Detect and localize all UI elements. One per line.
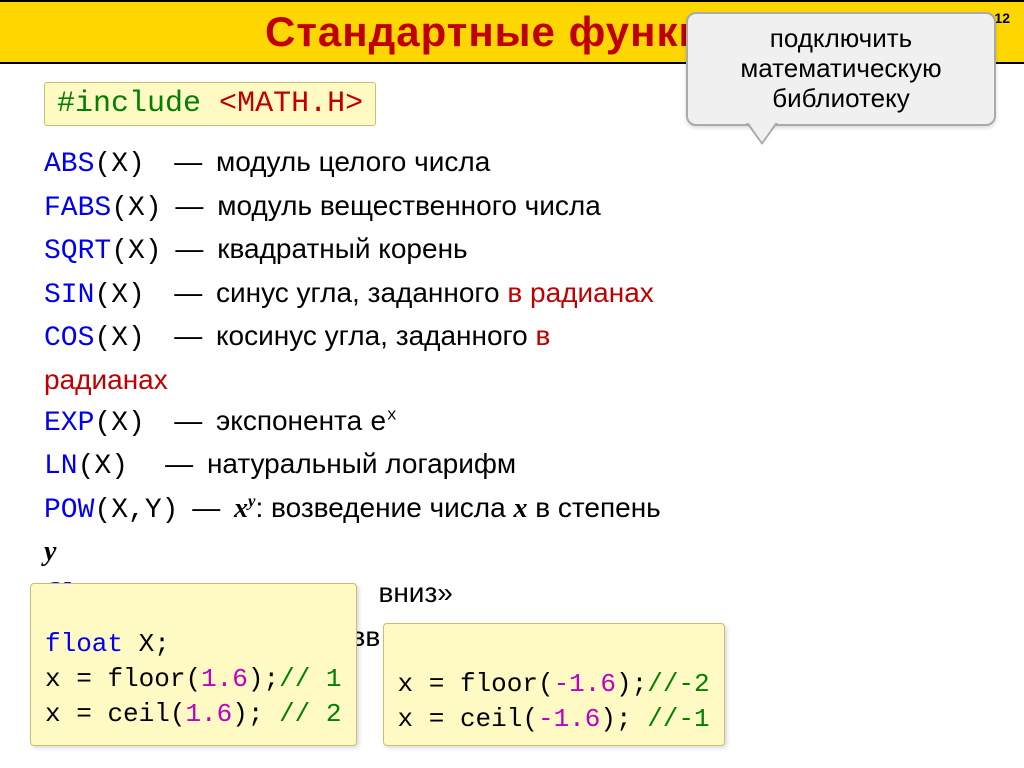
- call: ceil(: [460, 704, 538, 734]
- func-pow: POW(X,Y) — xy: возведение числа x в степ…: [44, 488, 994, 532]
- num: -1.6: [538, 704, 600, 734]
- func-cos-line2: радианах: [44, 360, 994, 401]
- func-desc: модуль целого числа: [216, 146, 490, 177]
- func-name: FABS: [44, 193, 111, 224]
- dash-icon: —: [175, 190, 203, 221]
- exp-base: e: [370, 408, 387, 439]
- func-name: EXP: [44, 408, 94, 439]
- eq: =: [429, 704, 445, 734]
- var-decl: X;: [123, 629, 170, 659]
- content-area: подключить математическую библиотеку #in…: [0, 64, 1024, 660]
- pow-desc-a: : возведение числа: [255, 492, 513, 523]
- num: 1.6: [185, 699, 232, 729]
- page-number: 12: [994, 10, 1010, 26]
- kw-float: float: [45, 629, 123, 659]
- func-name: ABS: [44, 149, 94, 180]
- dash-icon: —: [174, 405, 202, 436]
- func-desc-a: экспонента: [216, 405, 370, 436]
- dash-icon: —: [175, 233, 203, 264]
- func-name: LN: [44, 451, 78, 482]
- comment: // 2: [279, 699, 341, 729]
- func-sqrt: SQRT(X) — квадратный корень: [44, 229, 994, 273]
- code-box-left: float X; x = floor(1.6);// 1 x = ceil(1.…: [30, 583, 357, 746]
- dash-icon: —: [174, 320, 202, 351]
- pow-base: x: [234, 493, 248, 524]
- func-desc-b: в радианах: [507, 277, 653, 308]
- func-fabs: FABS(X) — модуль вещественного числа: [44, 186, 994, 230]
- callout-math-library: подключить математическую библиотеку: [686, 12, 996, 126]
- exp-sup: x: [387, 406, 397, 425]
- func-arg: (X): [94, 323, 144, 354]
- func-exp: EXP(X) — экспонента ex: [44, 401, 994, 445]
- func-desc: натуральный логарифм: [207, 448, 516, 479]
- func-arg: (X): [78, 451, 128, 482]
- func-ln: LN(X) — натуральный логарифм: [44, 444, 994, 488]
- func-cos: COS(X) — косинус угла, заданного в: [44, 316, 994, 360]
- pow-desc-b: в степень: [527, 492, 660, 523]
- func-desc: квадратный корень: [217, 233, 467, 264]
- func-arg: (X,Y): [94, 495, 178, 526]
- func-pow-line2: y: [44, 531, 994, 573]
- func-sin: SIN(X) — синус угла, заданного в радиана…: [44, 273, 994, 317]
- eq: =: [76, 664, 92, 694]
- num: 1.6: [201, 664, 248, 694]
- call: ceil(: [107, 699, 185, 729]
- dash-icon: —: [192, 492, 220, 523]
- dash-icon: —: [174, 277, 202, 308]
- pow-varx: x: [513, 493, 527, 524]
- dash-icon: —: [165, 448, 193, 479]
- func-arg: (X): [94, 280, 144, 311]
- func-name: POW: [44, 495, 94, 526]
- func-name: SIN: [44, 280, 94, 311]
- eq: =: [429, 669, 445, 699]
- lhs: x: [398, 669, 414, 699]
- include-open: <: [219, 87, 237, 121]
- func-desc-a: синус угла, заданного: [216, 277, 507, 308]
- func-arg: (X): [111, 236, 161, 267]
- func-desc: модуль вещественного числа: [217, 190, 601, 221]
- include-keyword: #include: [57, 87, 201, 121]
- lhs: x: [398, 704, 414, 734]
- comment: //-1: [647, 704, 709, 734]
- include-close: >: [345, 87, 363, 121]
- include-header: MATH.H: [237, 87, 345, 121]
- close: );: [248, 664, 279, 694]
- comment: //-2: [647, 669, 709, 699]
- func-arg: (X): [94, 149, 144, 180]
- func-abs: ABS(X) — модуль целого числа: [44, 142, 994, 186]
- close: );: [600, 704, 647, 734]
- eq: =: [76, 699, 92, 729]
- func-arg: (X): [111, 193, 161, 224]
- func-desc-a: косинус угла, заданного: [216, 320, 536, 351]
- comment: // 1: [279, 664, 341, 694]
- func-arg: (X): [94, 408, 144, 439]
- func-desc-b: в: [536, 320, 551, 351]
- lhs: x: [45, 664, 61, 694]
- close: );: [616, 669, 647, 699]
- num: -1.6: [554, 669, 616, 699]
- pow-vary: y: [44, 536, 56, 567]
- call: floor(: [107, 664, 201, 694]
- func-name: COS: [44, 323, 94, 354]
- func-desc-c: радианах: [44, 364, 168, 395]
- include-directive: #include <MATH.H>: [44, 82, 376, 126]
- func-name: SQRT: [44, 236, 111, 267]
- dash-icon: —: [174, 146, 202, 177]
- call: floor(: [460, 669, 554, 699]
- code-boxes: float X; x = floor(1.6);// 1 x = ceil(1.…: [30, 583, 725, 746]
- lhs: x: [45, 699, 61, 729]
- code-box-right: x = floor(-1.6);//-2 x = ceil(-1.6); //-…: [383, 623, 725, 746]
- close: );: [232, 699, 279, 729]
